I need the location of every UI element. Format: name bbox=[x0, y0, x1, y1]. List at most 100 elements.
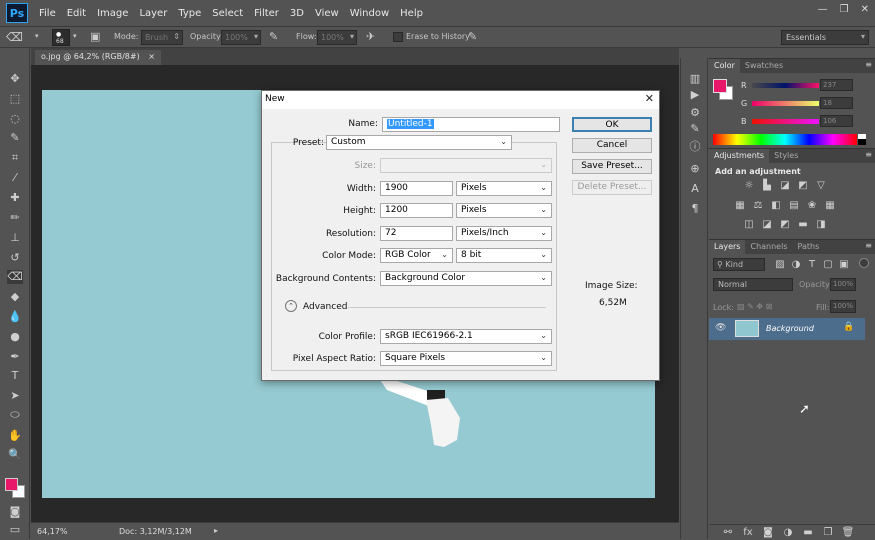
workspace-select[interactable]: Essentials ▾ bbox=[781, 30, 869, 45]
new-group-icon[interactable]: ▬ bbox=[801, 527, 815, 539]
actions-panel-icon[interactable]: ▶ bbox=[688, 88, 702, 102]
selective-color-icon[interactable]: ◨ bbox=[814, 219, 828, 231]
filter-smart-object-icon[interactable]: ▣ bbox=[837, 259, 851, 271]
menu-view[interactable]: View bbox=[315, 8, 339, 19]
pressure-opacity-icon[interactable]: ✎ bbox=[269, 30, 278, 43]
brush-panel-icon[interactable]: ▣ bbox=[90, 30, 100, 43]
bg-contents-select[interactable]: Background Color ⌄ bbox=[380, 271, 552, 286]
paragraph-panel-icon[interactable]: ¶ bbox=[688, 202, 702, 216]
history-brush-tool-icon[interactable]: ↺ bbox=[7, 251, 23, 265]
posterize-icon[interactable]: ◪ bbox=[760, 219, 774, 231]
width-field[interactable]: 1900 bbox=[380, 181, 453, 196]
eye-icon[interactable]: 👁 bbox=[715, 323, 726, 333]
character-panel-icon[interactable]: A bbox=[688, 182, 702, 196]
tab-paths[interactable]: Paths bbox=[793, 240, 825, 254]
properties-panel-icon[interactable]: ⚙ bbox=[688, 106, 702, 120]
delete-layer-icon[interactable]: 🗑 bbox=[841, 527, 855, 539]
b-slider[interactable] bbox=[752, 119, 819, 124]
ok-button[interactable]: OK bbox=[572, 117, 652, 132]
layer-name[interactable]: Background bbox=[766, 324, 814, 333]
curves-icon[interactable]: ◪ bbox=[778, 180, 792, 192]
menu-image[interactable]: Image bbox=[97, 8, 128, 19]
restore-button[interactable]: ❐ bbox=[840, 4, 849, 15]
new-adjustment-layer-icon[interactable]: ◑ bbox=[781, 527, 795, 539]
filter-pixel-icon[interactable]: ▨ bbox=[773, 259, 787, 271]
brush-tool-icon[interactable]: ✏ bbox=[7, 211, 23, 225]
brush-preview[interactable]: ● 68 bbox=[52, 29, 70, 46]
paint-bucket-tool-icon[interactable]: ◆ bbox=[7, 290, 23, 304]
brush-panel-icon[interactable]: ✎ bbox=[688, 122, 702, 136]
eraser-tool-preset-icon[interactable]: ⌫ bbox=[6, 30, 23, 44]
color-profile-select[interactable]: sRGB IEC61966-2.1 ⌄ bbox=[380, 329, 552, 344]
shape-tool-icon[interactable]: ⬭ bbox=[7, 408, 23, 422]
cancel-button[interactable]: Cancel bbox=[572, 138, 652, 153]
vibrance-icon[interactable]: ▽ bbox=[814, 180, 828, 192]
lock-icons[interactable]: ▨ ✎ ✥ ⊠ bbox=[737, 302, 772, 311]
hue-saturation-icon[interactable]: ▦ bbox=[733, 200, 747, 212]
minimize-button[interactable]: — bbox=[818, 4, 828, 15]
advanced-label[interactable]: Advanced bbox=[303, 302, 347, 312]
flow-input[interactable]: 100% ▾ bbox=[317, 30, 357, 45]
menu-3d[interactable]: 3D bbox=[290, 8, 304, 19]
r-slider[interactable] bbox=[752, 83, 819, 88]
hand-tool-icon[interactable]: ✋ bbox=[7, 429, 23, 443]
pixel-aspect-select[interactable]: Square Pixels ⌄ bbox=[380, 351, 552, 366]
invert-icon[interactable]: ◫ bbox=[742, 219, 756, 231]
menu-select[interactable]: Select bbox=[212, 8, 243, 19]
eraser-tool-icon[interactable]: ⌫ bbox=[7, 270, 23, 284]
tab-layers[interactable]: Layers bbox=[709, 240, 746, 254]
resolution-field[interactable]: 72 bbox=[380, 226, 453, 241]
pen-tool-icon[interactable]: ✒ bbox=[7, 350, 23, 364]
resolution-unit-select[interactable]: Pixels/Inch ⌄ bbox=[456, 226, 552, 241]
clone-source-icon[interactable]: ⊕ bbox=[688, 162, 702, 176]
tab-swatches[interactable]: Swatches bbox=[740, 59, 788, 73]
panel-menu-icon[interactable]: ≡ bbox=[865, 241, 872, 250]
new-layer-icon[interactable]: ❐ bbox=[821, 527, 835, 539]
status-menu-icon[interactable]: ▸ bbox=[214, 526, 218, 535]
menu-edit[interactable]: Edit bbox=[67, 8, 86, 19]
color-mode-select[interactable]: RGB Color ⌄ bbox=[380, 248, 453, 263]
airbrush-icon[interactable]: ✈ bbox=[366, 30, 375, 43]
close-tab-icon[interactable]: × bbox=[148, 52, 155, 61]
screen-mode-icon[interactable]: ▭ bbox=[7, 523, 23, 537]
menu-type[interactable]: Type bbox=[178, 8, 201, 19]
erase-history-checkbox[interactable] bbox=[393, 32, 403, 42]
add-mask-icon[interactable]: ◙ bbox=[761, 527, 775, 539]
quick-mask-icon[interactable]: ◙ bbox=[7, 505, 23, 519]
info-panel-icon[interactable]: ⓘ bbox=[688, 138, 702, 153]
menu-file[interactable]: File bbox=[39, 8, 56, 19]
link-layers-icon[interactable]: ⚯ bbox=[721, 527, 735, 539]
name-field[interactable]: Untitled-1 bbox=[382, 117, 560, 132]
width-unit-select[interactable]: Pixels ⌄ bbox=[456, 181, 552, 196]
layer-row[interactable]: 👁 Background 🔒 bbox=[709, 318, 865, 340]
height-unit-select[interactable]: Pixels ⌄ bbox=[456, 203, 552, 218]
preset-select[interactable]: Custom ⌄ bbox=[326, 135, 512, 150]
save-preset-button[interactable]: Save Preset... bbox=[572, 159, 652, 174]
black-swatch[interactable] bbox=[858, 139, 866, 145]
foreground-color-swatch[interactable] bbox=[5, 478, 18, 491]
channel-mixer-icon[interactable]: ❀ bbox=[805, 200, 819, 212]
panel-menu-icon[interactable]: ≡ bbox=[865, 60, 872, 69]
tab-styles[interactable]: Styles bbox=[769, 149, 803, 163]
eyedropper-tool-icon[interactable]: ⁄ bbox=[7, 171, 23, 185]
levels-icon[interactable]: ▙ bbox=[760, 180, 774, 192]
menu-window[interactable]: Window bbox=[350, 8, 389, 19]
menu-layer[interactable]: Layer bbox=[139, 8, 167, 19]
threshold-icon[interactable]: ◩ bbox=[778, 219, 792, 231]
exposure-icon[interactable]: ◩ bbox=[796, 180, 810, 192]
move-tool-icon[interactable]: ✥ bbox=[7, 72, 23, 86]
black-white-icon[interactable]: ◧ bbox=[769, 200, 783, 212]
filter-toggle[interactable] bbox=[859, 258, 869, 268]
brightness-contrast-icon[interactable]: ☼ bbox=[742, 180, 756, 192]
height-field[interactable]: 1200 bbox=[380, 203, 453, 218]
tab-color[interactable]: Color bbox=[709, 59, 740, 73]
layer-opacity-input[interactable]: 100% bbox=[830, 278, 856, 291]
color-foreground-swatch[interactable] bbox=[713, 79, 727, 93]
filter-type-icon[interactable]: T bbox=[805, 259, 819, 271]
pressure-size-icon[interactable]: ✎ bbox=[468, 30, 477, 43]
blend-mode-select[interactable]: Normal bbox=[713, 278, 793, 291]
close-icon[interactable]: ✕ bbox=[645, 92, 654, 105]
filter-shape-icon[interactable]: ▢ bbox=[821, 259, 835, 271]
photo-filter-icon[interactable]: ▤ bbox=[787, 200, 801, 212]
menu-help[interactable]: Help bbox=[400, 8, 423, 19]
